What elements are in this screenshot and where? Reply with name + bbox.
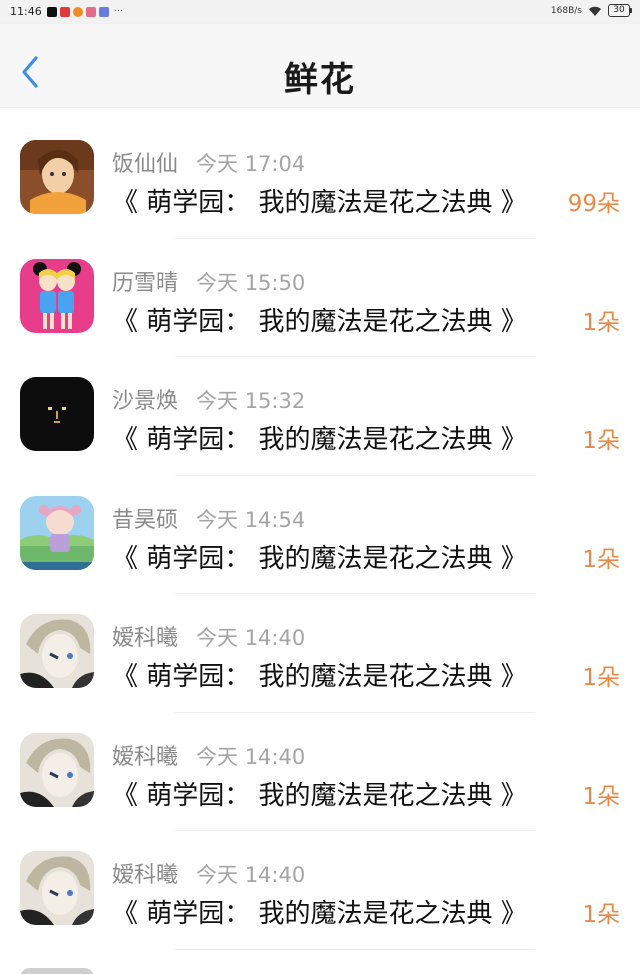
tiktok-icon <box>46 6 57 17</box>
avatar[interactable] <box>20 377 94 451</box>
item-meta: 沙景焕 今天 15:32 <box>112 383 305 415</box>
avatar[interactable] <box>20 732 94 807</box>
book-title: 《 萌学园： 我的魔法是花之法典 》 <box>112 306 527 337</box>
flower-list: 饭仙仙 今天 17:04 《 萌学园： 我的魔法是花之法典 》 99朵 历雪晴 <box>0 120 640 950</box>
sender-name: 沙景焕 <box>112 389 179 414</box>
item-meta: 嫒科曦 今天 14:40 <box>112 857 305 889</box>
flower-count: 1朵 <box>582 665 620 691</box>
app-blue-icon <box>98 6 109 17</box>
item-meta: 饭仙仙 今天 17:04 <box>112 146 305 178</box>
sender-name: 嫒科曦 <box>112 626 179 651</box>
sender-name: 历雪晴 <box>112 270 179 296</box>
sender-name: 嫒科曦 <box>112 744 179 770</box>
flower-count: 99朵 <box>567 191 620 217</box>
timestamp: 今天 15:50 <box>196 270 306 295</box>
avatar[interactable] <box>20 614 94 688</box>
status-bar: 11:46 ··· 168B/s 30 <box>0 0 640 24</box>
anime-girl-avatar-icon <box>20 140 94 214</box>
list-item[interactable]: 嫒科曦 今天 14:40 《 萌学园： 我的魔法是花之法典 》 1朵 <box>0 594 640 713</box>
cartoon-girls-avatar-icon <box>20 258 94 333</box>
list-item[interactable]: 沙景焕 今天 15:32 《 萌学园： 我的魔法是花之法典 》 1朵 <box>0 357 640 476</box>
timestamp: 今天 14:40 <box>196 626 306 650</box>
sender-name: 昔昊硕 <box>112 507 179 533</box>
timestamp: 今天 14:40 <box>196 863 306 887</box>
status-left: 11:46 ··· <box>10 5 123 18</box>
flower-count: 1朵 <box>582 902 620 928</box>
timestamp: 今天 14:54 <box>196 507 306 532</box>
timestamp: 今天 17:04 <box>196 152 306 176</box>
timestamp: 今天 14:40 <box>196 744 306 769</box>
status-right: 168B/s 30 <box>550 4 632 17</box>
list-item[interactable]: 嫒科曦 今天 14:40 《 萌学园： 我的魔法是花之法典 》 1朵 <box>0 831 640 950</box>
page-title: 鲜花 <box>284 60 356 100</box>
list-item[interactable]: 昔昊硕 今天 14:54 《 萌学园： 我的魔法是花之法典 》 1朵 <box>0 476 640 594</box>
black-face-avatar-icon <box>20 377 94 451</box>
list-item[interactable]: 饭仙仙 今天 17:04 《 萌学园： 我的魔法是花之法典 》 99朵 <box>0 120 640 239</box>
app-red-icon <box>59 6 70 17</box>
sender-name: 嫒科曦 <box>112 863 179 888</box>
avatar[interactable] <box>20 258 94 333</box>
item-meta: 嫒科曦 今天 14:40 <box>112 620 305 652</box>
item-meta: 昔昊硕 今天 14:54 <box>112 502 305 534</box>
book-title: 《 萌学园： 我的魔法是花之法典 》 <box>112 780 527 811</box>
flower-count: 1朵 <box>582 783 620 810</box>
battery-icon: 30 <box>608 4 632 17</box>
app-pink-icon <box>85 6 96 17</box>
avatar[interactable] <box>20 495 94 570</box>
wifi-icon <box>589 6 601 16</box>
cartoon-landscape-avatar-icon <box>20 495 94 570</box>
anime-boy-avatar-icon <box>20 732 94 807</box>
item-meta: 历雪晴 今天 15:50 <box>112 265 305 297</box>
anime-boy-avatar-icon <box>20 614 94 688</box>
flower-count: 1朵 <box>582 428 620 454</box>
flower-count: 1朵 <box>582 546 620 573</box>
timestamp: 今天 15:32 <box>196 389 306 413</box>
network-speed: 168B/s <box>550 5 582 16</box>
book-title: 《 萌学园： 我的魔法是花之法典 》 <box>112 899 527 929</box>
anime-boy-avatar-icon <box>20 851 94 925</box>
book-title: 《 萌学园： 我的魔法是花之法典 》 <box>112 662 527 692</box>
sender-name: 饭仙仙 <box>112 152 179 177</box>
status-time: 11:46 <box>10 5 42 18</box>
item-meta: 嫒科曦 今天 14:40 <box>112 739 305 771</box>
avatar[interactable] <box>20 851 94 925</box>
flower-count: 1朵 <box>582 309 620 336</box>
header-bar: 鲜花 <box>0 24 640 108</box>
app-orange-icon <box>72 6 83 17</box>
list-item[interactable]: 嫒科曦 今天 14:40 《 萌学园： 我的魔法是花之法典 》 1朵 <box>0 713 640 831</box>
book-title: 《 萌学园： 我的魔法是花之法典 》 <box>112 543 527 574</box>
more-notifications-icon: ··· <box>113 6 124 17</box>
next-item-avatar-peek <box>20 968 94 974</box>
avatar[interactable] <box>20 140 94 214</box>
book-title: 《 萌学园： 我的魔法是花之法典 》 <box>112 188 527 218</box>
divider <box>175 948 535 950</box>
list-item[interactable]: 历雪晴 今天 15:50 《 萌学园： 我的魔法是花之法典 》 1朵 <box>0 239 640 357</box>
book-title: 《 萌学园： 我的魔法是花之法典 》 <box>112 425 527 455</box>
